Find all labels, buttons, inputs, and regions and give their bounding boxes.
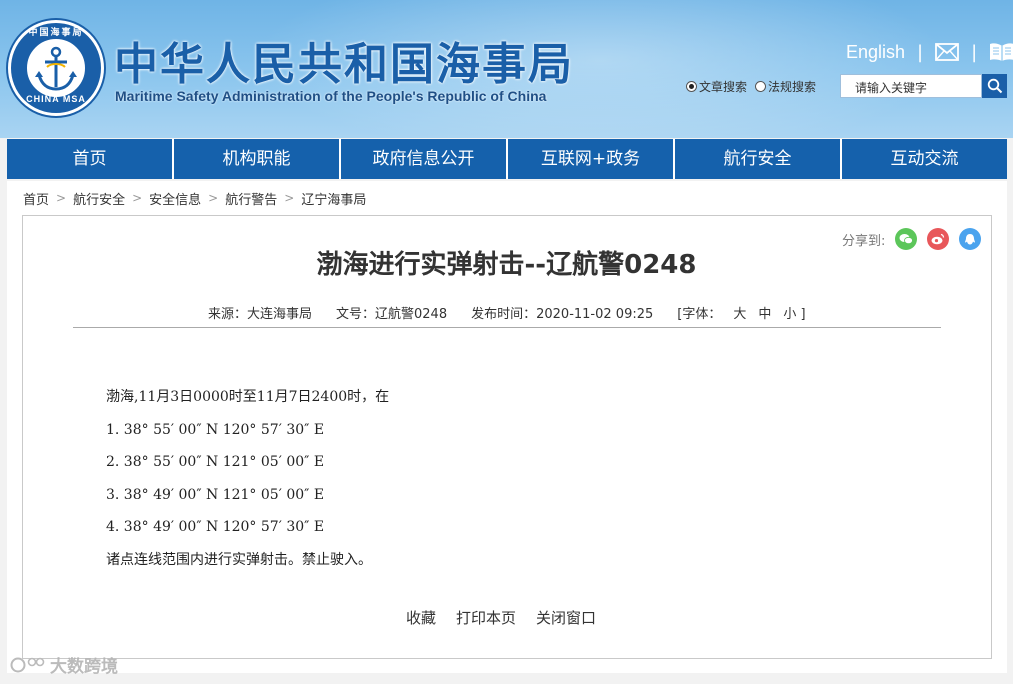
article-meta: 来源：大连海事局 文号：辽航警0248 发布时间：2020-11-02 09:2… [208, 303, 806, 322]
font-size-large[interactable]: 大 [733, 303, 746, 322]
search-button[interactable] [982, 74, 1007, 98]
anchor-icon [35, 46, 77, 91]
article-paragraph: 渤海,11月3日0000时至11月7日2400时，在 [106, 389, 390, 405]
nav-home[interactable]: 首页 [7, 139, 174, 179]
radio-article-search[interactable]: 文章搜索 [686, 78, 747, 95]
article-publish-time: 发布时间：2020-11-02 09:25 [471, 307, 654, 322]
search-type-group: 文章搜索 法规搜索 [686, 78, 816, 95]
logo-text-bottom: CHINA MSA [26, 94, 86, 104]
search-icon [987, 78, 1002, 94]
article-title: 渤海进行实弹射击--辽航警0248 [316, 250, 697, 280]
top-links: English | | [846, 40, 1013, 64]
font-size-medium[interactable]: 中 [758, 303, 771, 322]
site-title-en: Maritime Safety Administration of the Pe… [115, 88, 547, 104]
breadcrumb-navigation-safety[interactable]: 航行安全 [73, 189, 125, 208]
font-size-switcher: [字体： 大 中 小 ] [677, 303, 805, 322]
radio-dot[interactable] [755, 81, 767, 92]
breadcrumb-home[interactable]: 首页 [23, 189, 49, 208]
article-paragraph: 4. 38° 49′ 00″ N 120° 57′ 30″ E [106, 519, 325, 536]
article-source: 来源：大连海事局 [208, 307, 313, 322]
article-paragraph: 2. 38° 55′ 00″ N 121° 05′ 00″ E [106, 454, 325, 471]
radio-dot-selected[interactable] [686, 81, 697, 92]
title-divider [73, 327, 941, 328]
msa-logo[interactable]: 中国海事局 CHINA MSA [8, 20, 104, 116]
favorite-button[interactable]: 收藏 [406, 607, 436, 628]
breadcrumb-nav-warnings[interactable]: 航行警告 [225, 189, 277, 208]
article-paragraph: 3. 38° 49′ 00″ N 121° 05′ 00″ E [106, 486, 325, 503]
book-icon[interactable] [989, 42, 1013, 62]
nav-navigation-safety[interactable]: 航行安全 [675, 139, 842, 179]
article-paragraph: 1. 38° 55′ 00″ N 120° 57′ 30″ E [106, 421, 325, 438]
site-title-cn[interactable]: 中华人民共和国海事局 [114, 28, 574, 92]
font-size-small[interactable]: 小 ] [783, 303, 805, 322]
breadcrumb-liaoning-msa[interactable]: 辽宁海事局 [301, 189, 366, 208]
close-window-button[interactable]: 关闭窗口 [536, 607, 596, 628]
radio-law-search[interactable]: 法规搜索 [755, 78, 816, 95]
search-input[interactable]: 请输入关键字 [840, 74, 982, 98]
nav-internet-gov[interactable]: 互联网+政务 [508, 139, 675, 179]
nav-interaction[interactable]: 互动交流 [842, 139, 1007, 179]
article-body: 渤海,11月3日0000时至11月7日2400时，在 1. 38° 55′ 00… [106, 386, 906, 582]
top-link-separator-2: | [971, 41, 978, 63]
article-paragraph: 诸点连线范围内进行实弹射击。禁止驶入。 [106, 551, 372, 568]
radio-law-label: 法规搜索 [768, 80, 817, 94]
breadcrumb-sep: > [56, 191, 67, 205]
breadcrumb: 首页 > 航行安全 > 安全信息 > 航行警告 > 辽宁海事局 [7, 181, 1007, 215]
site-header: 中国海事局 CHINA MSA 中华人民共和国海事局 Maritime Safe… [0, 0, 1013, 138]
watermark: 大数跨境 [10, 652, 118, 677]
font-size-label: [字体： [677, 307, 722, 322]
english-link[interactable]: English [846, 42, 905, 63]
watermark-logo-icon [10, 657, 45, 672]
mail-icon[interactable] [935, 43, 960, 61]
article-doc-number: 文号：辽航警0248 [336, 307, 448, 322]
watermark-text: 大数跨境 [50, 657, 118, 677]
nav-org-functions[interactable]: 机构职能 [174, 139, 341, 179]
radio-article-label: 文章搜索 [699, 80, 748, 94]
main-nav: 首页 机构职能 政府信息公开 互联网+政务 航行安全 互动交流 [7, 139, 1007, 179]
breadcrumb-sep: > [132, 191, 143, 205]
top-link-separator: | [917, 41, 924, 63]
print-button[interactable]: 打印本页 [456, 607, 516, 628]
breadcrumb-sep: > [284, 191, 295, 205]
article-actions: 收藏 打印本页 关闭窗口 [406, 607, 596, 628]
breadcrumb-safety-info[interactable]: 安全信息 [149, 189, 201, 208]
nav-gov-info[interactable]: 政府信息公开 [341, 139, 508, 179]
breadcrumb-sep: > [208, 191, 219, 205]
